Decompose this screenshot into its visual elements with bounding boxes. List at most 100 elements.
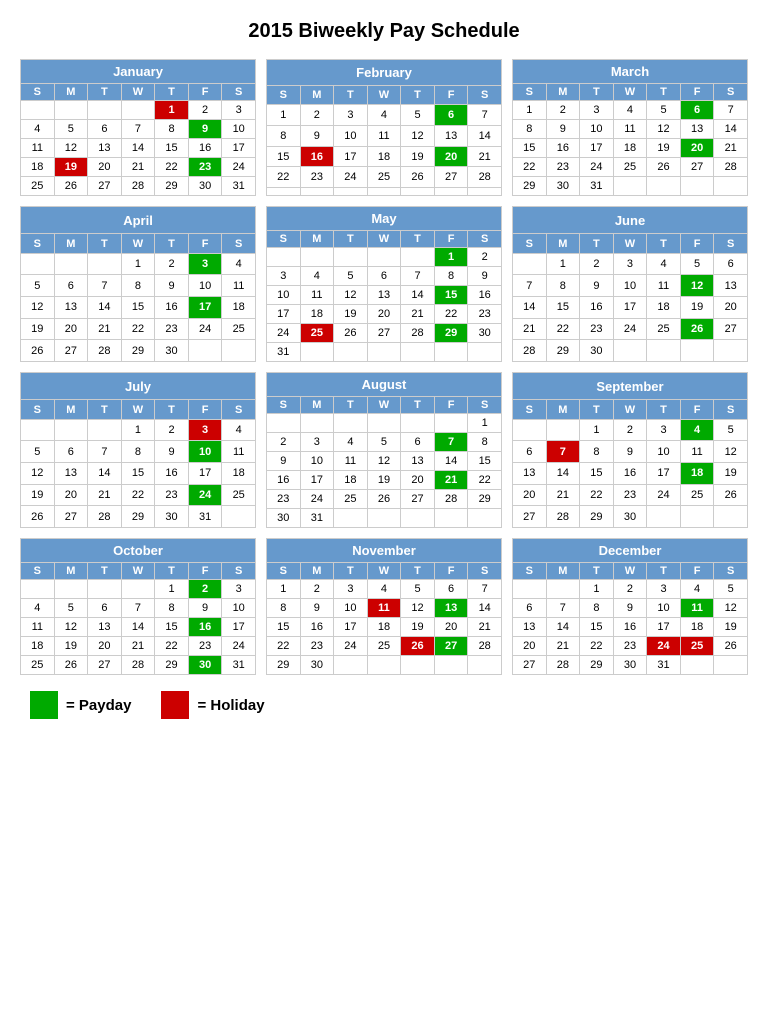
- legend: = Payday = Holiday: [20, 691, 748, 719]
- day-header: S: [267, 397, 301, 414]
- calendar-day: 8: [434, 267, 468, 286]
- calendar-day: 9: [613, 599, 647, 618]
- calendar-day: 28: [546, 656, 580, 675]
- calendar-day: [121, 580, 155, 599]
- month-august: AugustSMTWTFS123456789101112131415161718…: [266, 372, 502, 528]
- calendar-day: 9: [300, 599, 334, 618]
- calendar-day: 13: [88, 139, 122, 158]
- calendar-day: 28: [546, 506, 580, 528]
- calendar-day: 31: [188, 506, 222, 528]
- calendar-day: 17: [222, 618, 256, 637]
- calendar-day: 7: [714, 101, 748, 120]
- calendar-day: 12: [54, 618, 88, 637]
- calendar-day: 21: [121, 158, 155, 177]
- month-name-february: February: [267, 60, 502, 86]
- day-header: M: [546, 234, 580, 253]
- calendar-day: [334, 414, 368, 433]
- calendar-day: 4: [680, 580, 714, 599]
- calendar-day: 10: [222, 120, 256, 139]
- day-header: M: [300, 86, 334, 105]
- calendar-day: 21: [401, 305, 435, 324]
- calendar-day: 13: [54, 463, 88, 485]
- calendar-day: [401, 414, 435, 433]
- calendar-day: 25: [21, 656, 55, 675]
- calendar-day: 13: [434, 599, 468, 618]
- day-header: T: [580, 563, 614, 580]
- calendar-day: 7: [88, 275, 122, 297]
- calendar-day: [88, 101, 122, 120]
- calendar-day: 14: [546, 618, 580, 637]
- calendar-day: [367, 414, 401, 433]
- calendar-day: 27: [434, 637, 468, 656]
- calendar-day: [613, 340, 647, 362]
- calendar-day: 22: [267, 167, 301, 188]
- calendar-day: 29: [155, 177, 189, 196]
- calendar-day: 22: [121, 484, 155, 506]
- calendar-day: 26: [714, 637, 748, 656]
- calendar-day: 29: [155, 656, 189, 675]
- day-header: W: [121, 400, 155, 419]
- calendar-day: 6: [367, 267, 401, 286]
- calendar-day: 18: [21, 637, 55, 656]
- day-header: W: [367, 231, 401, 248]
- calendar-day: 29: [267, 656, 301, 675]
- calendar-day: 25: [367, 637, 401, 656]
- calendar-day: 28: [88, 340, 122, 362]
- day-header: W: [613, 84, 647, 101]
- calendar-day: 27: [367, 324, 401, 343]
- calendar-day: 30: [300, 656, 334, 675]
- day-header: S: [513, 84, 547, 101]
- calendar-day: [401, 656, 435, 675]
- day-header: T: [401, 397, 435, 414]
- month-name-may: May: [267, 207, 502, 231]
- calendar-day: [54, 101, 88, 120]
- calendar-day: 23: [613, 637, 647, 656]
- calendar-day: 6: [680, 101, 714, 120]
- calendar-day: 27: [88, 177, 122, 196]
- month-name-october: October: [21, 539, 256, 563]
- calendar-day: 18: [334, 471, 368, 490]
- calendar-day: 21: [513, 318, 547, 340]
- holiday-color-box: [161, 691, 189, 719]
- day-header: F: [188, 563, 222, 580]
- calendar-day: 23: [613, 484, 647, 506]
- calendar-day: 21: [546, 637, 580, 656]
- calendar-day: [647, 506, 681, 528]
- calendar-day: 17: [188, 297, 222, 319]
- holiday-legend: = Holiday: [161, 691, 264, 719]
- day-header: S: [267, 231, 301, 248]
- day-header: T: [647, 400, 681, 419]
- calendar-day: 13: [88, 618, 122, 637]
- calendar-day: 30: [580, 340, 614, 362]
- calendar-day: 12: [401, 599, 435, 618]
- calendar-day: 30: [468, 324, 502, 343]
- day-header: S: [267, 86, 301, 105]
- calendar-day: 18: [680, 463, 714, 485]
- calendar-day: 11: [21, 139, 55, 158]
- calendar-day: [680, 177, 714, 196]
- calendar-day: 13: [54, 297, 88, 319]
- calendar-day: [54, 580, 88, 599]
- calendar-day: 2: [580, 253, 614, 275]
- calendar-day: 1: [546, 253, 580, 275]
- calendar-day: 17: [580, 139, 614, 158]
- calendar-day: 10: [647, 441, 681, 463]
- calendar-day: [714, 656, 748, 675]
- calendar-day: 21: [468, 146, 502, 167]
- day-header: T: [88, 84, 122, 101]
- calendar-day: 19: [21, 318, 55, 340]
- calendar-day: [513, 580, 547, 599]
- calendar-day: 2: [155, 419, 189, 441]
- calendar-day: 10: [334, 125, 368, 146]
- calendar-day: [680, 506, 714, 528]
- calendar-day: [54, 253, 88, 275]
- calendar-day: 3: [613, 253, 647, 275]
- day-header: T: [334, 397, 368, 414]
- day-header: T: [401, 231, 435, 248]
- day-header: T: [580, 234, 614, 253]
- day-header: S: [222, 400, 256, 419]
- calendar-day: 9: [546, 120, 580, 139]
- month-name-march: March: [513, 60, 748, 84]
- month-september: SeptemberSMTWTFS123456789101112131415161…: [512, 372, 748, 528]
- month-october: OctoberSMTWTFS12345678910111213141516171…: [20, 538, 256, 675]
